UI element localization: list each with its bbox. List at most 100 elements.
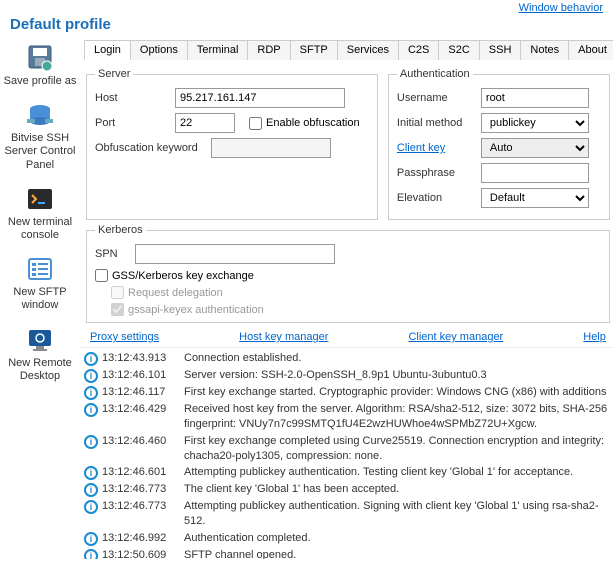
gssapi-keyex-checkbox (111, 303, 124, 316)
sidebar-sftp-button[interactable]: New SFTP window (0, 254, 80, 312)
server-icon (23, 100, 57, 130)
info-icon: i (84, 386, 98, 400)
page-title: Default profile (0, 14, 613, 39)
log-time: 13:12:46.773 (102, 482, 180, 497)
passphrase-input[interactable] (481, 163, 589, 183)
kerberos-legend: Kerberos (95, 224, 146, 236)
tab-login[interactable]: Login (84, 40, 131, 60)
elevation-label: Elevation (397, 192, 475, 204)
initial-method-label: Initial method (397, 117, 475, 129)
request-delegation-label: Request delegation (128, 287, 223, 299)
window-behavior-link[interactable]: Window behavior (519, 2, 603, 14)
log-time: 13:12:46.773 (102, 499, 180, 514)
sidebar: Save profile as Bitvise SSH Server Contro… (0, 39, 80, 559)
log-row: i 13:12:46.460 First key exchange complete… (80, 433, 613, 465)
log-message: Attempting publickey authentication. Tes… (184, 465, 612, 480)
auth-legend: Authentication (397, 68, 473, 80)
tab-ssh[interactable]: SSH (479, 40, 522, 60)
enable-obfuscation-checkbox[interactable] (249, 117, 262, 130)
port-label: Port (95, 117, 169, 129)
host-input[interactable] (175, 88, 345, 108)
proxy-settings-link[interactable]: Proxy settings (90, 331, 159, 343)
host-key-manager-link[interactable]: Host key manager (239, 331, 328, 343)
gssapi-keyex-label: gssapi-keyex authentication (128, 304, 264, 316)
sidebar-server-button[interactable]: Bitvise SSH Server Control Panel (0, 100, 80, 172)
host-label: Host (95, 92, 169, 104)
sidebar-label: New Remote Desktop (0, 357, 80, 383)
client-key-select[interactable]: Auto (481, 138, 589, 158)
remote-icon (23, 325, 57, 355)
gss-checkbox[interactable] (95, 269, 108, 282)
tab-services[interactable]: Services (337, 40, 399, 60)
gss-label: GSS/Kerberos key exchange (112, 270, 254, 282)
log-row: i 13:12:50.609 SFTP channel opened. (80, 547, 613, 559)
initial-method-select[interactable]: publickey (481, 113, 589, 133)
info-icon: i (84, 483, 98, 497)
log-row: i 13:12:46.773 The client key 'Global 1' h… (80, 481, 613, 498)
info-icon: i (84, 403, 98, 417)
client-key-manager-link[interactable]: Client key manager (408, 331, 503, 343)
log-time: 13:12:50.609 (102, 548, 180, 559)
help-link[interactable]: Help (583, 331, 606, 343)
sidebar-terminal-button[interactable]: New terminal console (0, 184, 80, 242)
log-message: The client key 'Global 1' has been accep… (184, 482, 612, 497)
tab-options[interactable]: Options (130, 40, 188, 60)
bottom-links: Proxy settings Host key manager Client k… (80, 327, 613, 347)
log-message: SFTP channel opened. (184, 548, 612, 559)
tab-c2s[interactable]: C2S (398, 40, 439, 60)
log-message: Attempting publickey authentication. Sig… (184, 499, 612, 529)
log-message: Authentication completed. (184, 531, 612, 546)
log-time: 13:12:46.460 (102, 434, 180, 449)
info-icon: i (84, 435, 98, 449)
sftp-icon (23, 254, 57, 284)
kerberos-group: Kerberos SPN GSS/Kerberos key exchange R… (86, 224, 610, 323)
info-icon: i (84, 369, 98, 383)
terminal-icon (23, 184, 57, 214)
log-message: Received host key from the server. Algor… (184, 402, 612, 432)
log-message: First key exchange started. Cryptographi… (184, 385, 612, 400)
log-message: Server version: SSH-2.0-OpenSSH_8.9p1 Ub… (184, 368, 612, 383)
tab-sftp[interactable]: SFTP (290, 40, 338, 60)
obf-keyword-input (211, 138, 331, 158)
tab-notes[interactable]: Notes (520, 40, 569, 60)
tab-s2c[interactable]: S2C (438, 40, 479, 60)
sidebar-label: Save profile as (4, 75, 77, 88)
username-label: Username (397, 92, 475, 104)
log-message: Connection established. (184, 351, 612, 366)
info-icon: i (84, 532, 98, 546)
save-icon (23, 43, 57, 73)
log-time: 13:12:46.429 (102, 402, 180, 417)
sidebar-save-button[interactable]: Save profile as (0, 43, 80, 88)
log-panel[interactable]: i13:12:43.913Connection established.i13:… (80, 347, 613, 559)
log-row: i13:12:46.773Attempting publickey authen… (80, 498, 613, 530)
log-time: 13:12:46.601 (102, 465, 180, 480)
log-row: i 13:12:46.429 Received host key from the … (80, 401, 613, 433)
log-row: i 13:12:46.117 First key exchange started.… (80, 384, 613, 401)
log-row: i 13:12:46.101 Server version: SSH-2.0-Ope… (80, 367, 613, 384)
spn-input[interactable] (135, 244, 335, 264)
sidebar-label: Bitvise SSH Server Control Panel (0, 132, 80, 172)
tab-terminal[interactable]: Terminal (187, 40, 249, 60)
info-icon: i (84, 549, 98, 559)
port-input[interactable] (175, 113, 235, 133)
log-message: First key exchange completed using Curve… (184, 434, 612, 464)
spn-label: SPN (95, 248, 129, 260)
client-key-link[interactable]: Client key (397, 142, 475, 154)
request-delegation-checkbox (111, 286, 124, 299)
log-row: i13:12:43.913Connection established. (80, 350, 613, 367)
log-time: 13:12:43.913 (102, 351, 180, 366)
log-row: i 13:12:46.601 Attempting publickey authen… (80, 464, 613, 481)
log-time: 13:12:46.101 (102, 368, 180, 383)
passphrase-label: Passphrase (397, 167, 475, 179)
username-input[interactable] (481, 88, 589, 108)
server-group: Server Host Port Enable obfuscation Obfu… (86, 68, 378, 220)
sidebar-remote-button[interactable]: New Remote Desktop (0, 325, 80, 383)
tab-rdp[interactable]: RDP (247, 40, 290, 60)
authentication-group: Authentication Username Initial method p… (388, 68, 610, 220)
log-time: 13:12:46.117 (102, 385, 180, 400)
log-row: i 13:12:46.992 Authentication completed. (80, 530, 613, 547)
info-icon: i (84, 466, 98, 480)
elevation-select[interactable]: Default (481, 188, 589, 208)
tab-about[interactable]: About (568, 40, 613, 60)
log-time: 13:12:46.992 (102, 531, 180, 546)
